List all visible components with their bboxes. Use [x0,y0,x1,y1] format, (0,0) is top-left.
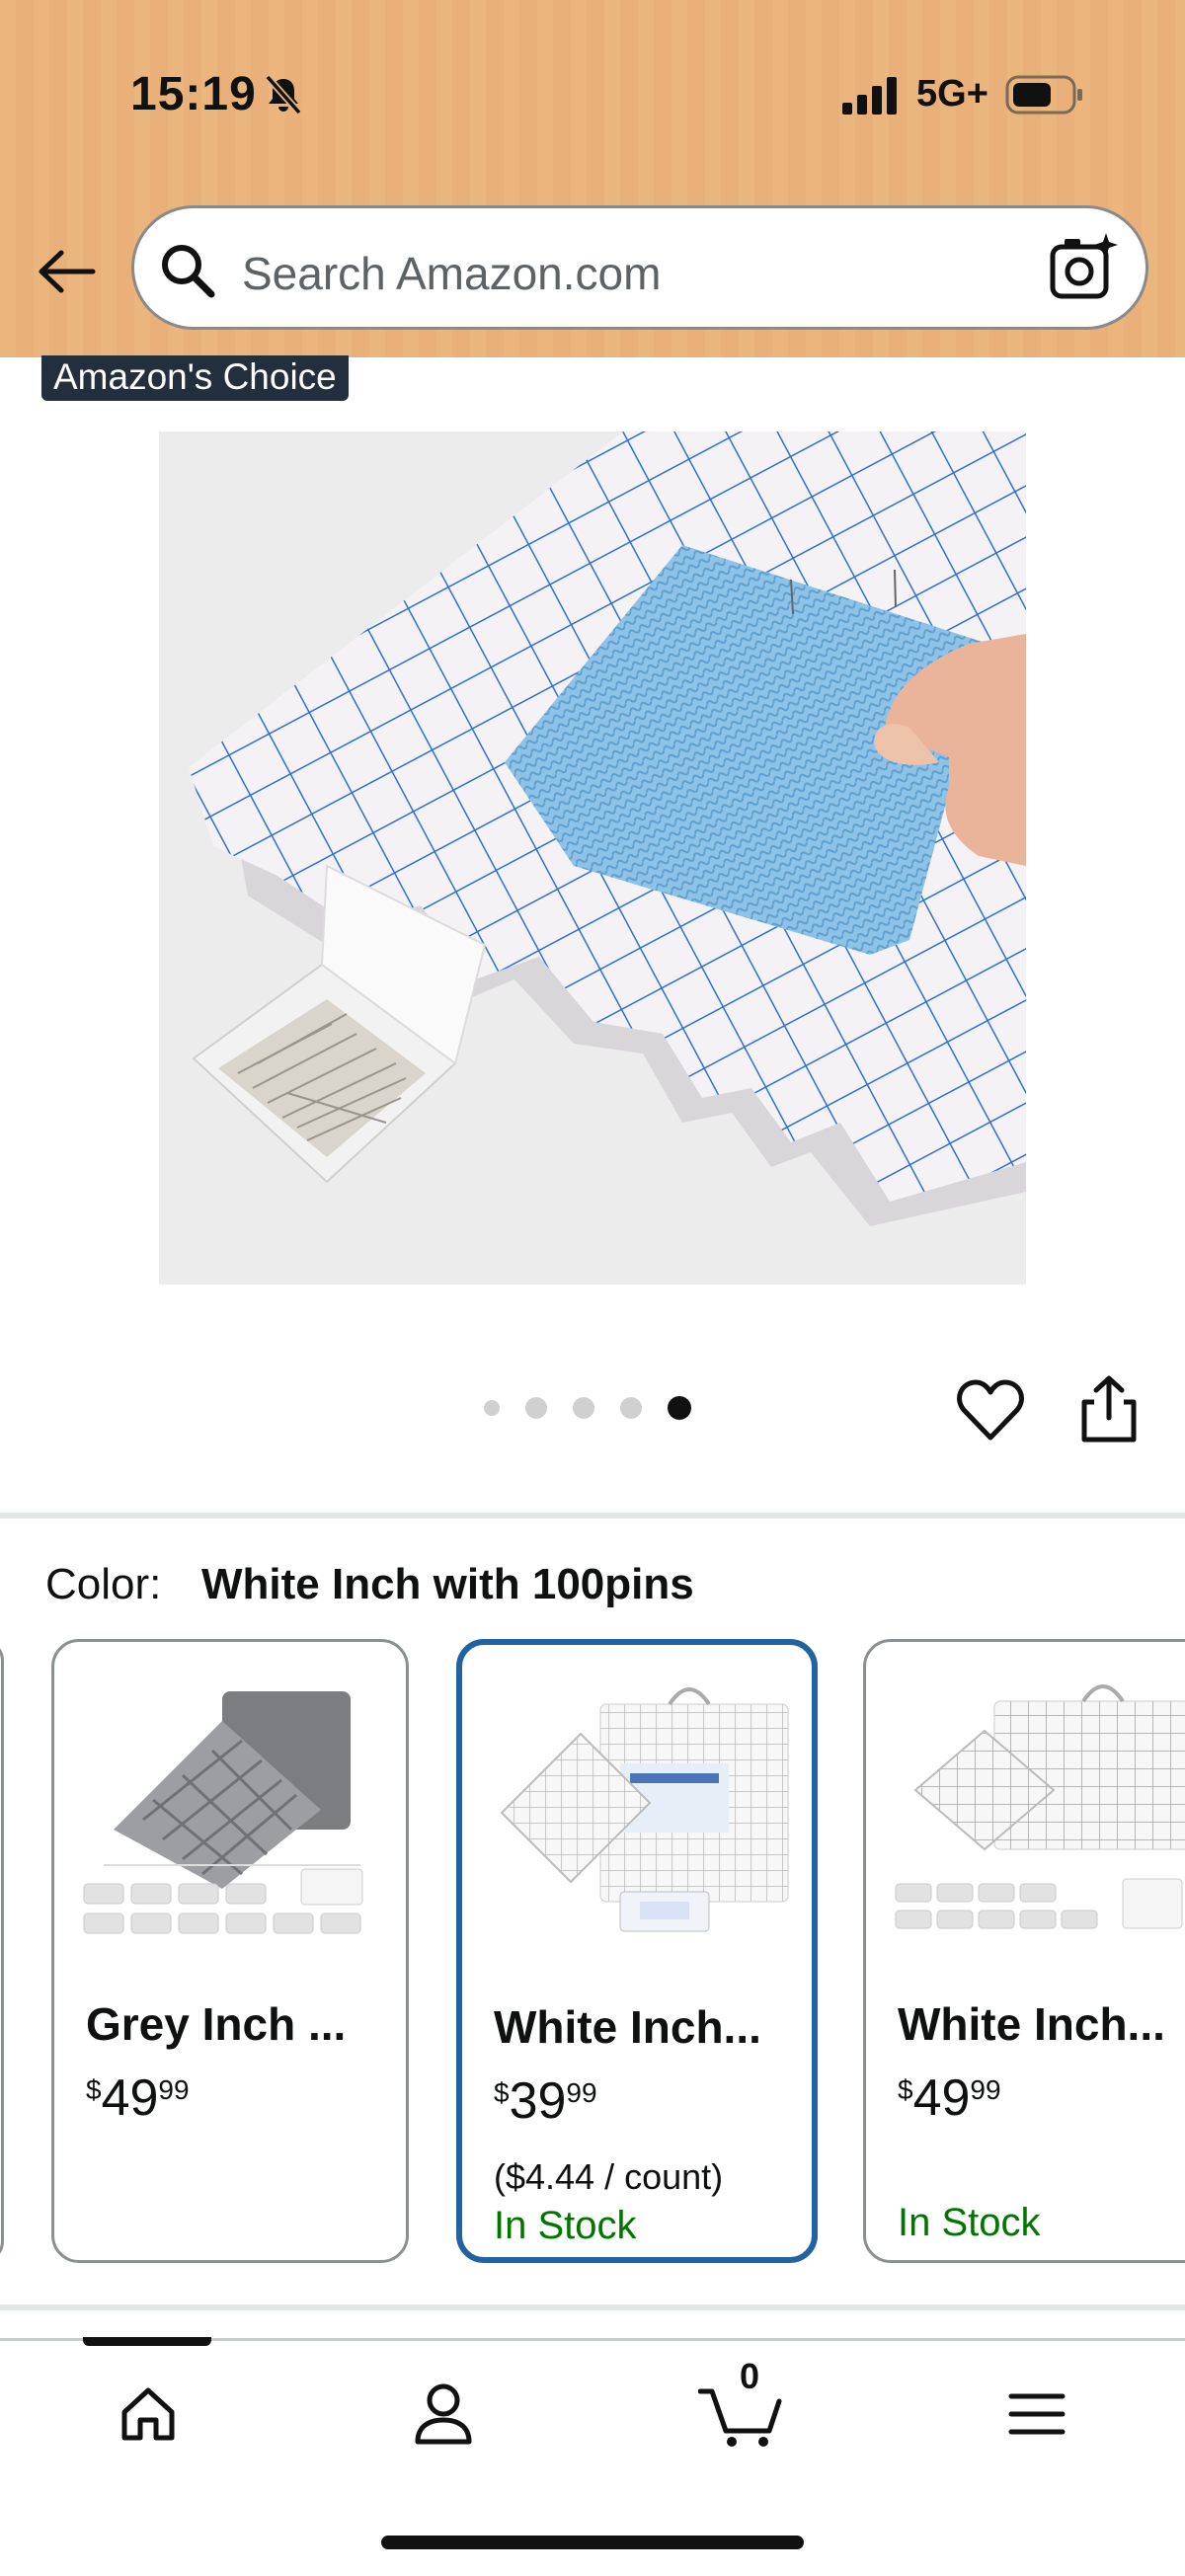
variant-title: White Inch... [898,1998,1165,2050]
bell-muted-icon [265,74,302,116]
network-type: 5G+ [916,73,988,115]
section-divider [0,1513,1185,1519]
home-indicator [381,2536,804,2549]
battery-icon [1005,75,1082,115]
carousel-dot[interactable] [620,1397,642,1419]
variant-card-grey[interactable]: Grey Inch ... $4999 [51,1639,409,2263]
variant-image [500,1687,789,1932]
color-value: White Inch with 100pins [201,1560,694,1608]
amazons-choice-badge: Amazon's Choice [41,355,349,401]
user-icon [415,2383,472,2445]
carousel-dot-active[interactable] [668,1396,691,1420]
carousel-dot[interactable] [525,1397,547,1419]
signal-icon [842,77,897,115]
heart-icon[interactable] [956,1378,1025,1444]
active-tab-indicator [83,2337,211,2346]
app-root: 15:19 5G+ Amazon's Choice [0,0,1185,2576]
variant-stock-status: In Stock [494,2204,637,2247]
home-icon [121,2387,175,2441]
variant-title: White Inch... [494,2001,761,2053]
back-button[interactable] [32,239,101,304]
variant-title: Grey Inch ... [86,1998,347,2050]
variant-price: $3999 [494,2072,597,2130]
variant-price: $4999 [86,2069,190,2127]
variant-unit-price: ($4.44 / count) [494,2156,724,2197]
status-time: 15:19 [130,68,257,120]
variant-image [895,1684,1185,1929]
color-label: Color: [45,1560,162,1608]
menu-icon [1008,2393,1066,2435]
variant-card-white-selected[interactable]: White Inch... $3999 ($4.44 / count) In S… [456,1639,818,2263]
cart-count: 0 [739,2356,760,2396]
variant-card-partial[interactable] [0,1639,4,2263]
variant-image [83,1691,363,1934]
carousel-dot[interactable] [484,1400,500,1416]
nav-menu[interactable] [992,2370,1081,2459]
nav-home[interactable] [104,2370,193,2459]
search-input[interactable] [242,239,1012,308]
arrow-left-icon [39,250,96,293]
variant-stock-status: In Stock [898,2201,1041,2244]
carousel-indicator [484,1396,691,1420]
variant-card-white[interactable]: White Inch... $4999 In Stock [863,1639,1185,2263]
section-divider [0,2304,1185,2310]
nav-account[interactable] [399,2370,488,2459]
camera-search-icon[interactable] [1049,231,1120,302]
share-icon[interactable] [1078,1374,1140,1444]
product-image[interactable] [159,431,1026,1285]
carousel-dot[interactable] [573,1397,594,1419]
variant-price: $4999 [898,2069,1001,2127]
search-icon [162,245,215,298]
